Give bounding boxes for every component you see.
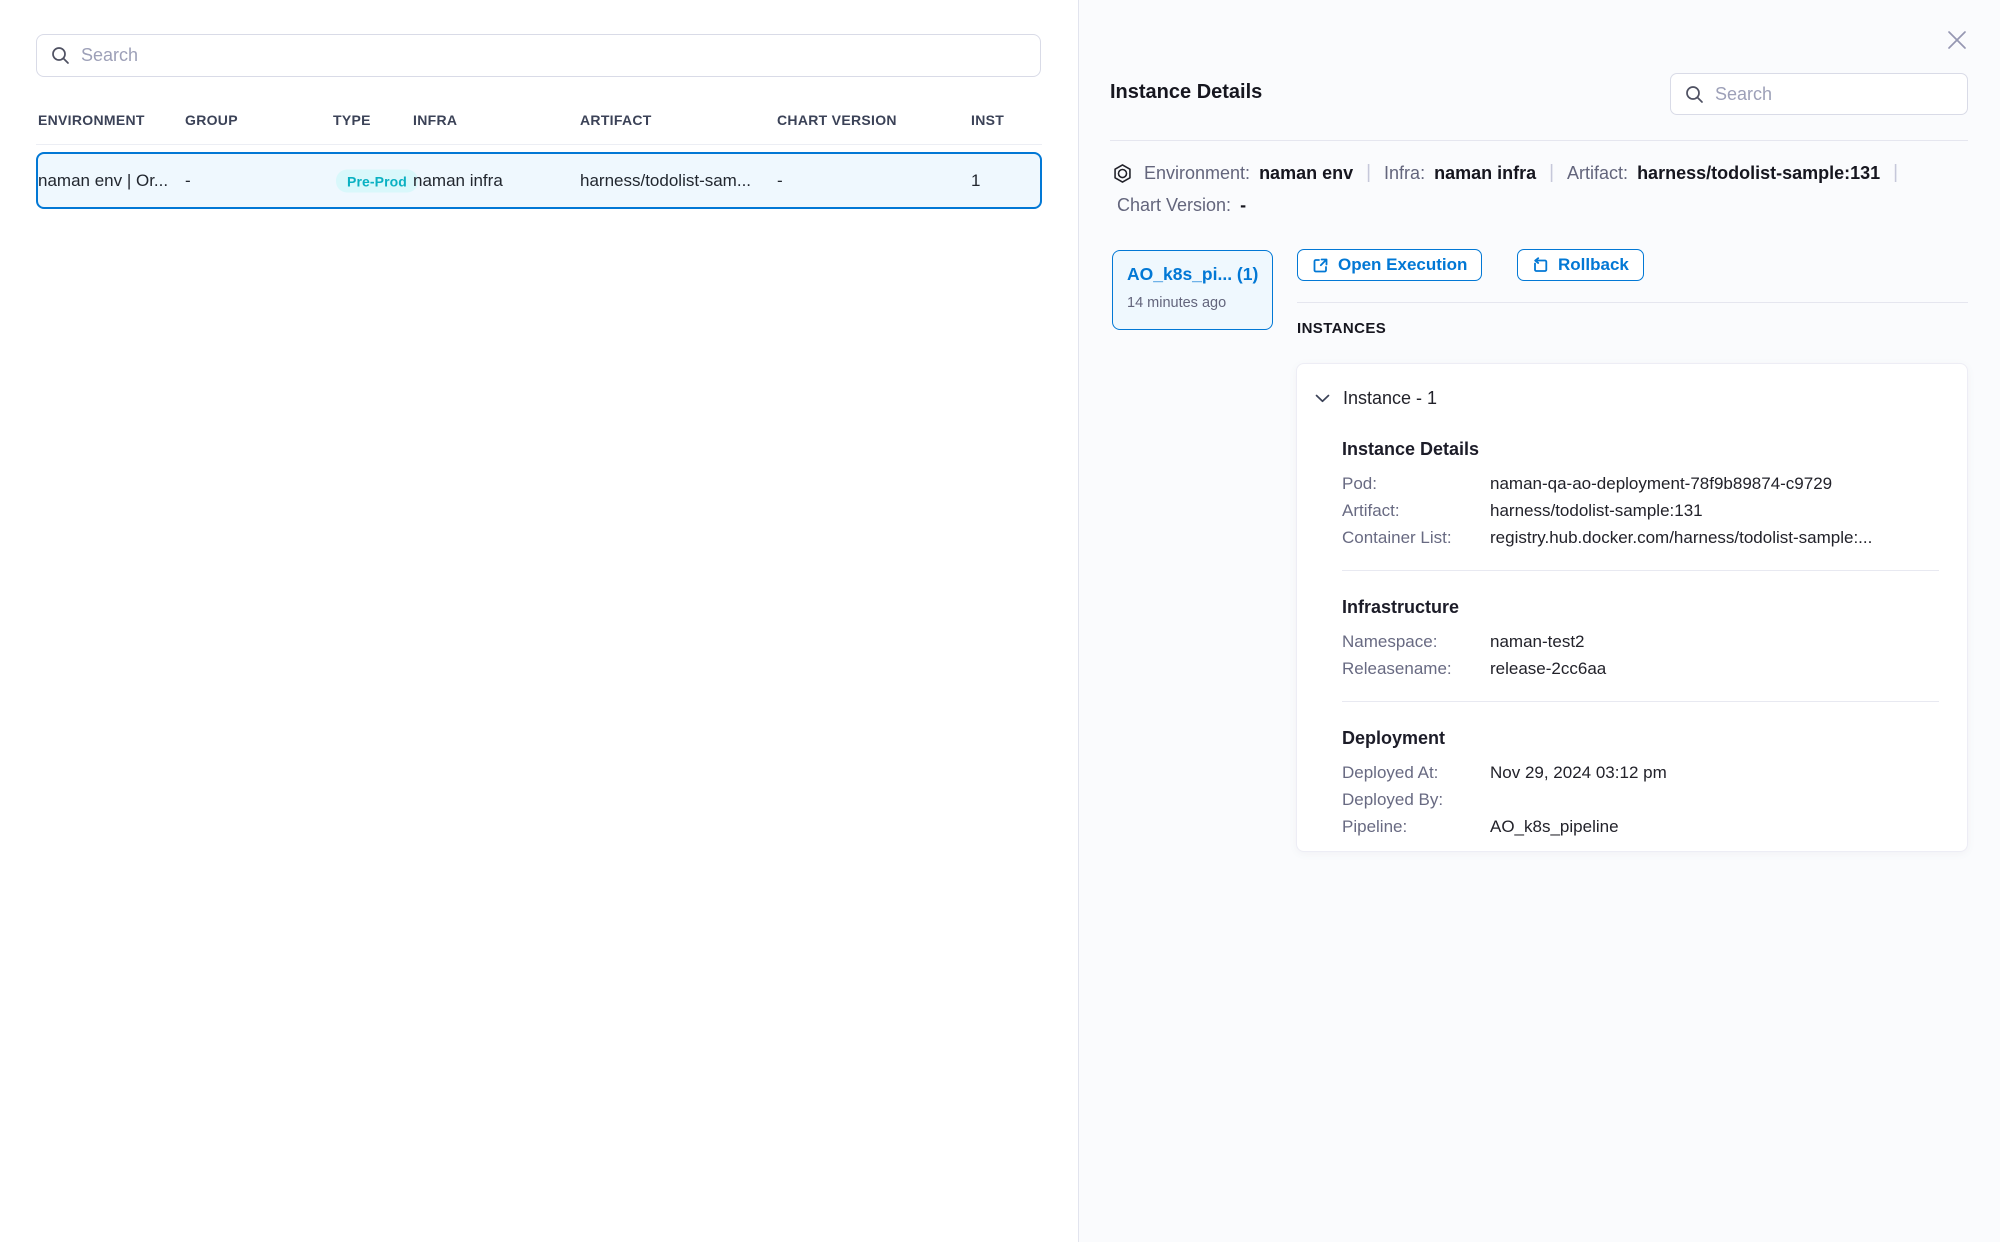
column-environment: ENVIRONMENT — [38, 112, 145, 128]
section-heading-infrastructure: Infrastructure — [1342, 597, 1939, 618]
environments-table-pane: ENVIRONMENT GROUP TYPE INFRA ARTIFACT CH… — [0, 0, 1078, 1242]
cell-infra: naman infra — [413, 171, 503, 191]
deployment-rows: Deployed At: Nov 29, 2024 03:12 pm Deplo… — [1342, 763, 1939, 836]
close-icon[interactable] — [1944, 28, 1970, 54]
section-heading-deployment: Deployment — [1342, 728, 1939, 749]
search-icon — [51, 46, 70, 65]
pipeline-label: Pipeline: — [1342, 817, 1490, 836]
rollback-icon — [1532, 257, 1549, 274]
namespace-value: naman-test2 — [1490, 632, 1939, 651]
cell-chart-version: - — [777, 171, 783, 191]
panel-search-input[interactable] — [1715, 84, 1953, 105]
actions-divider — [1297, 302, 1968, 303]
artifact-label: Artifact: — [1342, 501, 1490, 520]
header-divider — [1110, 140, 1968, 141]
page-title: Instance Details — [1110, 81, 1262, 104]
instance-card: Instance - 1 Instance Details Pod: naman… — [1296, 363, 1968, 852]
instance-expander[interactable]: Instance - 1 — [1315, 388, 1967, 409]
cell-environment: naman env | Or... — [38, 171, 168, 191]
instance-details-panel: Instance Details Environment: naman env … — [1079, 0, 2000, 1242]
cell-inst: 1 — [971, 171, 980, 191]
column-inst: INST — [971, 112, 1004, 128]
container-list-label: Container List: — [1342, 528, 1490, 547]
environment-label: Environment: — [1144, 163, 1250, 184]
deployment-summary: Environment: naman env | Infra: naman in… — [1112, 162, 1972, 216]
infra-label: Infra: — [1384, 163, 1425, 184]
rollback-label: Rollback — [1558, 255, 1629, 275]
section-divider — [1342, 570, 1939, 571]
pre-prod-badge: Pre-Prod — [336, 169, 418, 192]
cell-type: Pre-Prod — [336, 169, 418, 192]
execution-card-title: AO_k8s_pi... (1) — [1127, 264, 1258, 285]
column-infra: INFRA — [413, 112, 457, 128]
column-type: TYPE — [333, 112, 371, 128]
releasename-value: release-2cc6aa — [1490, 659, 1939, 678]
column-artifact: ARTIFACT — [580, 112, 652, 128]
rollback-button[interactable]: Rollback — [1517, 249, 1644, 281]
environment-hexagon-icon — [1112, 163, 1133, 184]
instance-details-rows: Pod: naman-qa-ao-deployment-78f9b89874-c… — [1342, 474, 1939, 547]
infrastructure-rows: Namespace: naman-test2 Releasename: rele… — [1342, 632, 1939, 678]
cell-artifact: harness/todolist-sam... — [580, 171, 751, 191]
section-divider — [1342, 701, 1939, 702]
deployed-by-value — [1490, 790, 1939, 809]
artifact-value: harness/todolist-sample:131 — [1490, 501, 1939, 520]
releasename-label: Releasename: — [1342, 659, 1490, 678]
open-execution-label: Open Execution — [1338, 255, 1467, 275]
panel-search — [1670, 73, 1968, 115]
pipeline-value: AO_k8s_pipeline — [1490, 817, 1939, 836]
instances-section-header: INSTANCES — [1297, 320, 1386, 337]
table-row[interactable]: naman env | Or... - Pre-Prod naman infra… — [36, 152, 1042, 209]
separator: | — [1547, 162, 1556, 184]
instance-title: Instance - 1 — [1343, 388, 1437, 409]
namespace-label: Namespace: — [1342, 632, 1490, 651]
pod-label: Pod: — [1342, 474, 1490, 493]
cell-group: - — [185, 171, 191, 191]
artifact-value: harness/todolist-sample:131 — [1637, 163, 1880, 184]
search-input[interactable] — [81, 45, 1026, 66]
table-header-divider — [36, 144, 1042, 145]
container-list-value: registry.hub.docker.com/harness/todolist… — [1490, 528, 1939, 547]
deployed-by-label: Deployed By: — [1342, 790, 1490, 809]
deployed-at-label: Deployed At: — [1342, 763, 1490, 782]
pod-value: naman-qa-ao-deployment-78f9b89874-c9729 — [1490, 474, 1939, 493]
chevron-down-icon — [1315, 394, 1330, 403]
separator: | — [1364, 162, 1373, 184]
chart-version-label: Chart Version: — [1117, 195, 1231, 216]
search-icon — [1685, 85, 1704, 104]
deployed-at-value: Nov 29, 2024 03:12 pm — [1490, 763, 1939, 782]
column-chart-version: CHART VERSION — [777, 112, 897, 128]
infra-value: naman infra — [1434, 163, 1536, 184]
environment-value: naman env — [1259, 163, 1353, 184]
execution-card[interactable]: AO_k8s_pi... (1) 14 minutes ago — [1112, 250, 1273, 330]
execution-card-time: 14 minutes ago — [1127, 295, 1258, 311]
chart-version-value: - — [1240, 195, 1246, 216]
table-search — [36, 34, 1041, 77]
artifact-label: Artifact: — [1567, 163, 1628, 184]
table-header-row: ENVIRONMENT GROUP TYPE INFRA ARTIFACT CH… — [36, 112, 1042, 130]
open-execution-button[interactable]: Open Execution — [1297, 249, 1482, 281]
external-link-icon — [1312, 257, 1329, 274]
separator: | — [1891, 162, 1900, 184]
column-group: GROUP — [185, 112, 238, 128]
section-heading-instance-details: Instance Details — [1342, 439, 1939, 460]
